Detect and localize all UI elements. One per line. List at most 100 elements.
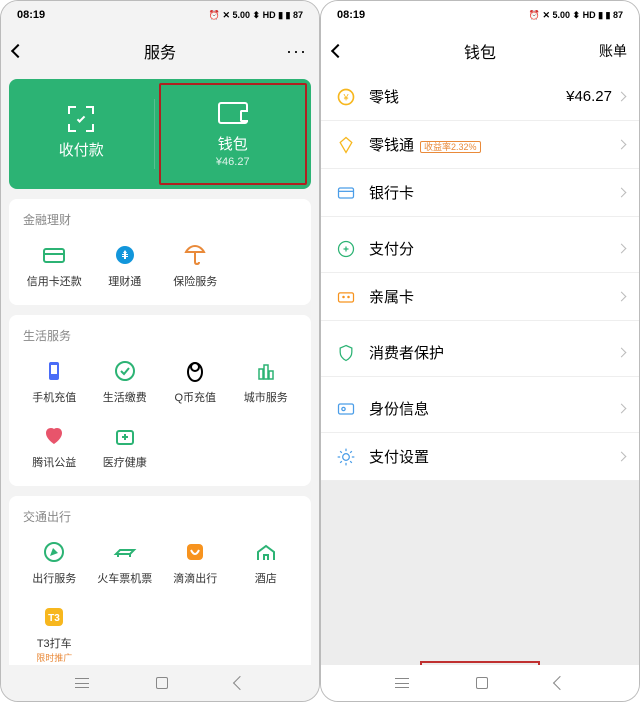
grid-medical[interactable]: 医疗健康	[90, 417, 161, 476]
wallet-label: 钱包	[218, 133, 248, 154]
list-item-bankcard[interactable]: 银行卡	[321, 169, 639, 217]
header: 服务 ···	[1, 29, 319, 73]
check-icon	[112, 358, 138, 384]
coin-icon: ¥	[335, 86, 357, 108]
section-title: 金融理财	[19, 199, 301, 236]
header-title: 服务	[53, 39, 267, 63]
section-transport: 交通出行 出行服务 火车票机票 滴滴出行 酒店 T3T3打车限时推广	[9, 496, 311, 665]
compass-icon	[41, 539, 67, 565]
didi-icon	[182, 539, 208, 565]
grid-insurance[interactable]: 保险服务	[160, 236, 231, 295]
balance-value: ¥46.27	[566, 88, 612, 105]
back-button[interactable]	[13, 46, 53, 56]
grid-bill-pay[interactable]: 生活缴费	[90, 352, 161, 411]
card-icon	[41, 242, 67, 268]
divider	[154, 99, 155, 169]
grid-phone-recharge[interactable]: 手机充值	[19, 352, 90, 411]
gear-icon	[335, 446, 357, 468]
section-title: 交通出行	[19, 496, 301, 533]
header: 钱包 账单	[321, 29, 639, 73]
nav-back-icon[interactable]	[553, 676, 567, 690]
penguin-icon	[182, 358, 208, 384]
list-item-payscore[interactable]: 支付分	[321, 225, 639, 273]
wallet-amount: ¥46.27	[216, 156, 250, 168]
grid-t3[interactable]: T3T3打车限时推广	[19, 598, 90, 665]
status-indicators: ⏰ ✕ 5.00 ⬍ HD ▮ ▮ 87	[209, 10, 303, 21]
list-item-identity[interactable]: 身份信息	[321, 385, 639, 433]
grid-charity[interactable]: 腾讯公益	[19, 417, 90, 476]
list-item-consumer[interactable]: 消费者保护	[321, 329, 639, 377]
shield-icon	[335, 342, 357, 364]
status-indicators: ⏰ ✕ 5.00 ⬍ HD ▮ ▮ 87	[529, 10, 623, 21]
section-finance: 金融理财 信用卡还款 理财通 保险服务	[9, 199, 311, 305]
back-button[interactable]	[333, 46, 373, 56]
svg-text:T3: T3	[48, 613, 60, 624]
content: 收付款 钱包 ¥46.27 金融理财 信用卡还款 理财通	[1, 73, 319, 665]
green-card: 收付款 钱包 ¥46.27	[9, 79, 311, 189]
chevron-right-icon	[617, 452, 627, 462]
rate-badge: 收益率2.32%	[420, 141, 481, 153]
list-item-settings[interactable]: 支付设置	[321, 433, 639, 481]
id-icon	[335, 398, 357, 420]
umbrella-icon	[182, 242, 208, 268]
phone-wallet: 08:19 ⏰ ✕ 5.00 ⬍ HD ▮ ▮ 87 钱包 账单 ¥ 零钱 ¥4…	[320, 0, 640, 702]
t3-icon: T3	[41, 604, 67, 630]
phone-icon	[41, 358, 67, 384]
medical-icon	[112, 423, 138, 449]
grid-didi[interactable]: 滴滴出行	[160, 533, 231, 592]
chevron-left-icon	[11, 44, 25, 58]
scan-icon	[65, 107, 97, 131]
family-icon	[335, 286, 357, 308]
list-item-lqt[interactable]: 零钱通收益率2.32%	[321, 121, 639, 169]
content: ¥ 零钱 ¥46.27 零钱通收益率2.32% 银行卡 支付分	[321, 73, 639, 665]
wallet-button[interactable]: 钱包 ¥46.27	[159, 83, 308, 185]
svg-text:¥: ¥	[342, 92, 349, 102]
diamond-icon	[335, 134, 357, 156]
nav-home-icon[interactable]	[156, 677, 168, 689]
grid-travel[interactable]: 出行服务	[19, 533, 90, 592]
grid-credit-card[interactable]: 信用卡还款	[19, 236, 90, 295]
status-bar: 08:19 ⏰ ✕ 5.00 ⬍ HD ▮ ▮ 87	[321, 1, 639, 29]
chevron-right-icon	[617, 188, 627, 198]
chevron-right-icon	[617, 404, 627, 414]
pay-label: 收付款	[59, 139, 104, 160]
phone-services: 08:19 ⏰ ✕ 5.00 ⬍ HD ▮ ▮ 87 服务 ··· 收付款 钱包…	[0, 0, 320, 702]
header-title: 钱包	[373, 39, 587, 63]
status-time: 08:19	[337, 9, 365, 21]
list-item-family[interactable]: 亲属卡	[321, 273, 639, 321]
nav-back-icon[interactable]	[233, 676, 247, 690]
chevron-right-icon	[617, 292, 627, 302]
grid-licaitong[interactable]: 理财通	[90, 236, 161, 295]
wallet-icon	[217, 101, 249, 125]
bills-button[interactable]: 账单	[587, 41, 627, 61]
more-button[interactable]: ···	[267, 41, 307, 62]
grid-qcoin[interactable]: Q币充值	[160, 352, 231, 411]
nav-home-icon[interactable]	[476, 677, 488, 689]
hotel-icon	[253, 539, 279, 565]
chevron-right-icon	[617, 92, 627, 102]
heart-icon	[41, 423, 67, 449]
chevron-right-icon	[617, 140, 627, 150]
chevron-right-icon	[617, 244, 627, 254]
city-icon	[253, 358, 279, 384]
chevron-left-icon	[331, 44, 345, 58]
wallet-list: ¥ 零钱 ¥46.27 零钱通收益率2.32% 银行卡 支付分	[321, 73, 639, 481]
bankcard-icon	[335, 182, 357, 204]
status-time: 08:19	[17, 9, 45, 21]
list-item-change[interactable]: ¥ 零钱 ¥46.27	[321, 73, 639, 121]
train-icon	[112, 539, 138, 565]
grid-train-plane[interactable]: 火车票机票	[90, 533, 161, 592]
status-bar: 08:19 ⏰ ✕ 5.00 ⬍ HD ▮ ▮ 87	[1, 1, 319, 29]
nav-menu-icon[interactable]	[395, 678, 409, 688]
nav-bar	[1, 665, 319, 701]
nav-menu-icon[interactable]	[75, 678, 89, 688]
nav-bar	[321, 665, 639, 701]
section-title: 生活服务	[19, 315, 301, 352]
dots-icon: ···	[286, 41, 307, 62]
chevron-right-icon	[617, 348, 627, 358]
grid-hotel[interactable]: 酒店	[231, 533, 302, 592]
score-icon	[335, 238, 357, 260]
pay-receive-button[interactable]: 收付款	[9, 79, 154, 189]
section-life: 生活服务 手机充值 生活缴费 Q币充值 城市服务 腾讯公益 医疗健康	[9, 315, 311, 486]
grid-city-service[interactable]: 城市服务	[231, 352, 302, 411]
